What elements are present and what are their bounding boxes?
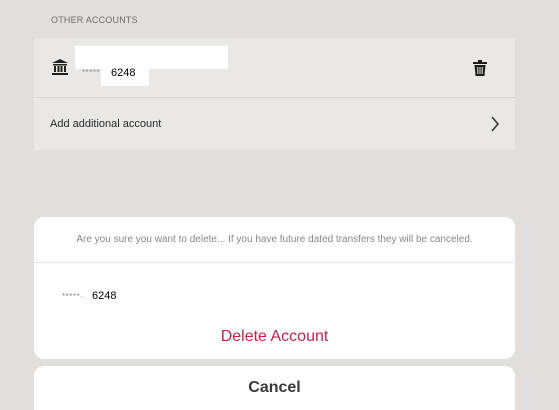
delete-confirmation-message: Are you sure you want to delete... If yo…: [34, 217, 515, 263]
page: OTHER ACCOUNTS ***** 6248 Add additional…: [0, 0, 559, 410]
trash-icon[interactable]: [473, 60, 487, 76]
section-heading-other-accounts: OTHER ACCOUNTS: [51, 15, 138, 25]
masked-account-number: *****·: [62, 292, 84, 301]
account-last-four: 6248: [111, 67, 136, 79]
account-row[interactable]: ***** 6248: [34, 38, 515, 98]
masked-account-number: *****: [82, 68, 101, 77]
chevron-right-icon: [491, 116, 500, 132]
cancel-button[interactable]: Cancel: [34, 366, 515, 410]
redaction-box: [75, 46, 228, 69]
delete-account-button[interactable]: Delete Account: [34, 325, 515, 349]
accounts-card: ***** 6248 Add additional account: [34, 38, 515, 150]
delete-confirmation-sheet: Are you sure you want to delete... If yo…: [34, 217, 515, 359]
account-last-four: 6248: [92, 290, 117, 302]
bank-icon: [52, 59, 68, 75]
add-additional-account-row[interactable]: Add additional account: [34, 99, 515, 150]
add-account-label: Add additional account: [50, 118, 162, 130]
